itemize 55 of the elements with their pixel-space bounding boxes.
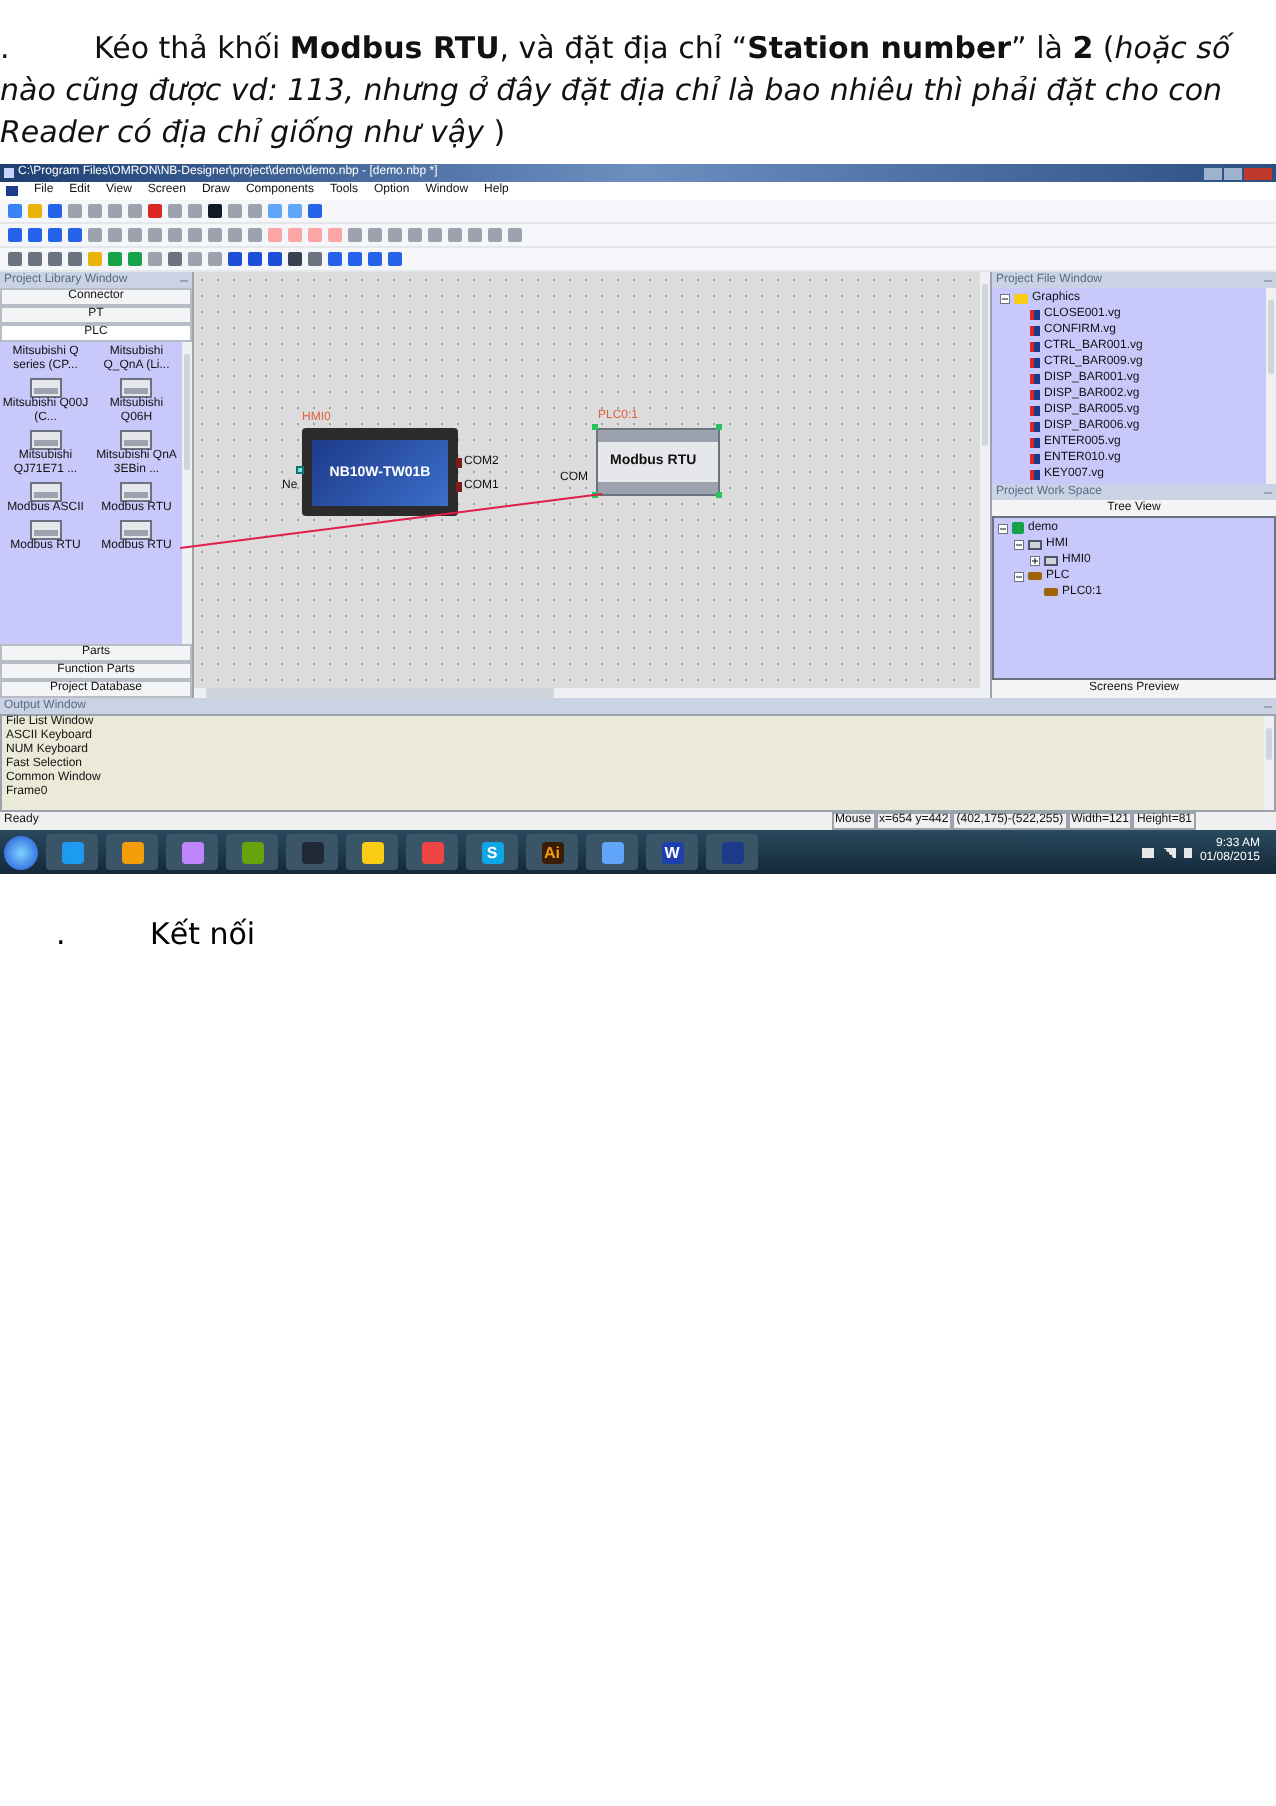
start-button[interactable] bbox=[4, 835, 38, 869]
app-logo-icon bbox=[601, 841, 623, 863]
section-heading: Kết nối bbox=[150, 914, 256, 956]
scrollbar[interactable] bbox=[1266, 288, 1276, 484]
app-logo-icon bbox=[301, 841, 323, 863]
taskbar-app[interactable] bbox=[106, 834, 158, 870]
port-connector-icon bbox=[456, 458, 462, 468]
selection-handle[interactable] bbox=[716, 492, 722, 498]
document-icon bbox=[6, 186, 18, 196]
plc-module-icon[interactable] bbox=[120, 482, 153, 502]
app-logo-icon bbox=[361, 841, 383, 863]
app-logo-icon bbox=[241, 841, 263, 863]
taskbar-app[interactable] bbox=[586, 834, 638, 870]
taskbar-app[interactable] bbox=[166, 834, 218, 870]
taskbar-app[interactable]: Ai bbox=[526, 834, 578, 870]
selection-handle[interactable] bbox=[592, 492, 598, 498]
plc-module-icon[interactable] bbox=[29, 430, 62, 450]
scrollbar[interactable] bbox=[182, 342, 192, 644]
close-button[interactable] bbox=[1244, 167, 1272, 179]
taskbar-app[interactable]: W bbox=[646, 834, 698, 870]
taskbar-app[interactable] bbox=[346, 834, 398, 870]
collapse-icon[interactable] bbox=[1014, 539, 1024, 549]
folder-icon bbox=[1014, 293, 1028, 303]
app-logo-icon bbox=[61, 841, 83, 863]
scrollbar[interactable] bbox=[1264, 716, 1274, 810]
maximize-button[interactable] bbox=[1224, 167, 1242, 179]
taskbar-app[interactable] bbox=[226, 834, 278, 870]
app-logo-icon: S bbox=[481, 841, 503, 863]
selection-handle[interactable] bbox=[716, 424, 722, 430]
signal-icon bbox=[1161, 847, 1176, 857]
minimize-button[interactable] bbox=[1204, 167, 1222, 179]
plc-module-icon[interactable] bbox=[29, 378, 62, 398]
plc-module-icon[interactable] bbox=[29, 520, 62, 540]
project-icon bbox=[1012, 522, 1024, 534]
collapse-icon[interactable] bbox=[998, 523, 1008, 533]
app-logo-icon bbox=[721, 841, 743, 863]
app-logo-icon: Ai bbox=[541, 841, 563, 863]
expand-icon[interactable] bbox=[1030, 555, 1040, 565]
plc-module-icon[interactable] bbox=[120, 430, 153, 450]
collapse-icon[interactable] bbox=[1000, 293, 1010, 303]
app-logo-icon bbox=[421, 841, 443, 863]
selection-handle[interactable] bbox=[592, 424, 598, 430]
app-logo-icon: W bbox=[661, 841, 683, 863]
instruction-paragraph: . Kéo thả khối Modbus RTU, và đặt địa chỉ “Station number” là 2 (hoặc số nào cũng được vd: 113, nhưng ở đây đặt địa chỉ là bao nhiêu thì phải đặt cho con Reader có địa chỉ giống như vậy ) bbox=[0, 28, 1236, 154]
app-logo-icon bbox=[181, 841, 203, 863]
plc-module-icon[interactable] bbox=[29, 482, 62, 502]
plc-module-icon[interactable] bbox=[120, 520, 153, 540]
bullet: . bbox=[54, 914, 68, 956]
taskbar-app[interactable] bbox=[406, 834, 458, 870]
port-connector-icon bbox=[296, 466, 304, 474]
app-logo-icon bbox=[121, 841, 143, 863]
port-connector-icon bbox=[456, 482, 462, 492]
plc-module-icon[interactable] bbox=[120, 378, 153, 398]
collapse-icon[interactable] bbox=[1014, 571, 1024, 581]
app-icon bbox=[4, 168, 14, 178]
